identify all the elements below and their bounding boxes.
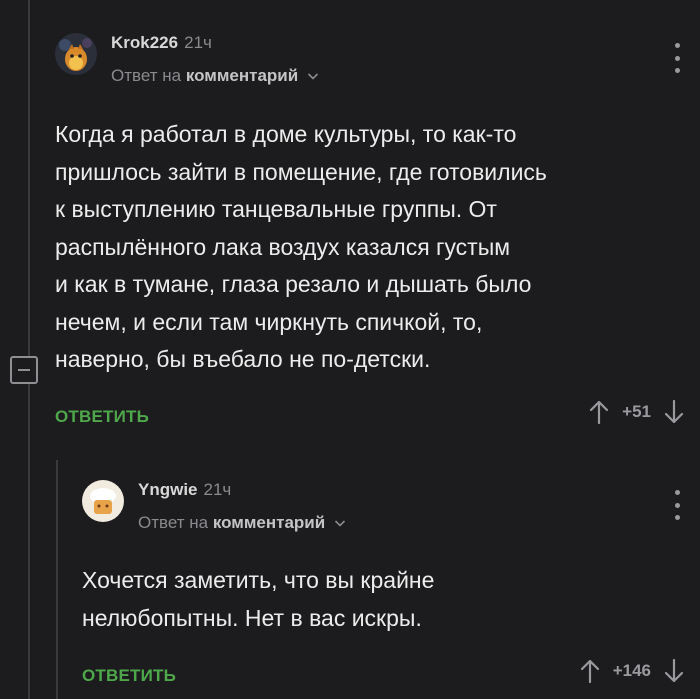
reply-to-target[interactable]: комментарий	[186, 66, 298, 85]
chevron-down-icon[interactable]	[307, 66, 319, 86]
timestamp: 21ч	[203, 480, 232, 499]
vote-controls: +51	[588, 399, 685, 425]
arrow-down-icon[interactable]	[663, 658, 685, 684]
username-text[interactable]: Krok226	[111, 33, 178, 52]
minus-icon	[18, 369, 30, 371]
collapse-thread-button[interactable]	[10, 356, 38, 384]
reply-button[interactable]: ОТВЕТИТЬ	[82, 666, 176, 686]
vote-controls: +146	[579, 658, 685, 684]
more-vertical-icon[interactable]	[669, 43, 685, 73]
thread-line	[28, 0, 30, 699]
comment-header: Yngwie 21ч Ответ на комментарий	[82, 480, 685, 538]
reply-button[interactable]: ОТВЕТИТЬ	[55, 407, 149, 427]
comment: Krok226 21ч Ответ на комментарий Когда я …	[55, 33, 685, 439]
arrow-up-icon[interactable]	[579, 658, 601, 684]
reply-to-prefix: Ответ на	[111, 66, 182, 85]
avatar[interactable]	[55, 33, 97, 75]
vote-score: +146	[612, 661, 651, 680]
comment-text: Когда я работал в доме культуры, то как-…	[55, 121, 547, 372]
reply-to-link[interactable]: Ответ на комментарий	[111, 66, 319, 86]
reply-to-link[interactable]: Ответ на комментарий	[138, 513, 346, 533]
avatar[interactable]	[82, 480, 124, 522]
vote-score: +51	[622, 401, 651, 421]
username[interactable]: Krok226 21ч	[111, 33, 212, 53]
arrow-up-icon[interactable]	[588, 399, 610, 425]
username[interactable]: Yngwie 21ч	[138, 480, 231, 500]
username-text[interactable]: Yngwie	[138, 480, 198, 499]
arrow-down-icon[interactable]	[663, 399, 685, 425]
thread-line-nested	[56, 460, 58, 699]
comment-reply: Yngwie 21ч Ответ на комментарий Хочется з…	[82, 480, 685, 698]
reply-to-prefix: Ответ на	[138, 513, 209, 532]
timestamp: 21ч	[184, 33, 212, 52]
comment-footer: ОТВЕТИТЬ +146	[82, 658, 685, 698]
comment-header: Krok226 21ч Ответ на комментарий	[55, 33, 685, 91]
comment-footer: ОТВЕТИТЬ +51	[55, 399, 685, 439]
comments-thread: Krok226 21ч Ответ на комментарий Когда я …	[0, 0, 700, 699]
chevron-down-icon[interactable]	[334, 513, 346, 533]
reply-to-target[interactable]: комментарий	[213, 513, 325, 532]
more-vertical-icon[interactable]	[669, 490, 685, 520]
comment-text: Хочется заметить, что вы крайне нелюбопы…	[82, 567, 435, 631]
